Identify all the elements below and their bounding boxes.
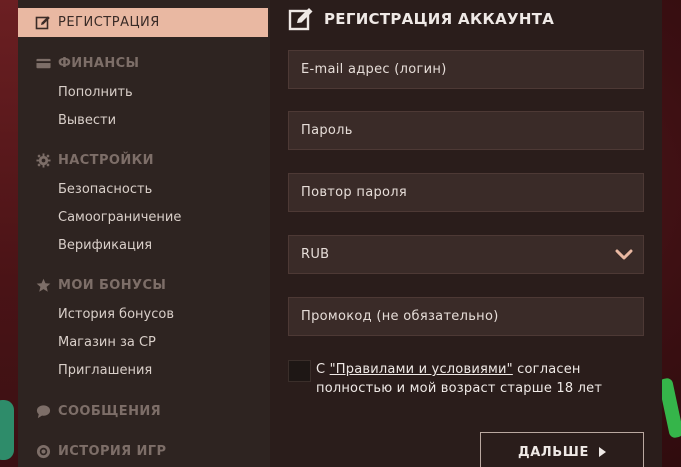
star-icon bbox=[36, 278, 51, 292]
play-arrow-icon bbox=[598, 447, 606, 457]
sidebar-section-finance[interactable]: ФИНАНСЫ bbox=[36, 56, 139, 71]
sidebar-section-label: СООБЩЕНИЯ bbox=[58, 404, 162, 419]
sidebar-item-self-restriction[interactable]: Самоограничение bbox=[58, 210, 181, 225]
terms-text: С "Правилами и условиями" согласен полно… bbox=[316, 360, 646, 398]
decorative-character-left bbox=[0, 400, 14, 460]
terms-checkbox[interactable] bbox=[288, 360, 311, 382]
sidebar-item-security[interactable]: Безопасность bbox=[58, 182, 152, 197]
currency-select[interactable]: RUB bbox=[288, 235, 644, 274]
next-button[interactable]: ДАЛЬШЕ bbox=[480, 432, 644, 467]
sidebar-section-label: ИСТОРИЯ ИГР bbox=[58, 444, 167, 459]
sidebar-section-label: НАСТРОЙКИ bbox=[58, 153, 154, 168]
sidebar-item-invitations[interactable]: Приглашения bbox=[58, 363, 152, 378]
gear-icon bbox=[36, 153, 51, 168]
sidebar-section-label: МОИ БОНУСЫ bbox=[58, 278, 167, 293]
background-left-edge bbox=[0, 0, 18, 467]
page-title-text: РЕГИСТРАЦИЯ АККАУНТА bbox=[324, 10, 555, 28]
edit-icon bbox=[288, 8, 313, 31]
sidebar-item-bonus-history[interactable]: История бонусов bbox=[58, 307, 174, 322]
sidebar-item-registration[interactable]: РЕГИСТРАЦИЯ bbox=[18, 8, 268, 37]
sidebar-section-game-history[interactable]: ИСТОРИЯ ИГР bbox=[36, 444, 166, 459]
edit-icon bbox=[35, 15, 50, 29]
email-input[interactable]: E-mail адрес (логин) bbox=[288, 50, 644, 89]
sidebar-item-withdraw[interactable]: Вывести bbox=[58, 113, 116, 128]
terms-prefix: С bbox=[316, 362, 330, 377]
next-button-label: ДАЛЬШЕ bbox=[518, 444, 589, 460]
sidebar-item-deposit[interactable]: Пополнить bbox=[58, 85, 133, 100]
wallet-icon bbox=[36, 58, 51, 69]
sidebar-section-settings[interactable]: НАСТРОЙКИ bbox=[36, 153, 154, 168]
sidebar-item-cp-shop[interactable]: Магазин за CP bbox=[58, 335, 156, 350]
chevron-down-icon bbox=[615, 249, 633, 260]
password-repeat-input[interactable]: Повтор пароля bbox=[288, 173, 644, 212]
chip-icon bbox=[36, 444, 51, 459]
sidebar-item-verification[interactable]: Верификация bbox=[58, 238, 152, 253]
currency-value: RUB bbox=[301, 247, 330, 262]
sidebar-section-messages[interactable]: СООБЩЕНИЯ bbox=[36, 404, 161, 419]
sidebar-item-label: РЕГИСТРАЦИЯ bbox=[58, 15, 160, 30]
terms-link[interactable]: "Правилами и условиями" bbox=[330, 362, 513, 377]
chat-bubble-icon bbox=[36, 405, 51, 419]
sidebar-section-bonuses[interactable]: МОИ БОНУСЫ bbox=[36, 278, 166, 293]
page-title: РЕГИСТРАЦИЯ АККАУНТА bbox=[288, 6, 554, 32]
sidebar-section-label: ФИНАНСЫ bbox=[58, 56, 140, 71]
password-input[interactable]: Пароль bbox=[288, 111, 644, 150]
promo-code-input[interactable]: Промокод (не обязательно) bbox=[288, 297, 644, 336]
